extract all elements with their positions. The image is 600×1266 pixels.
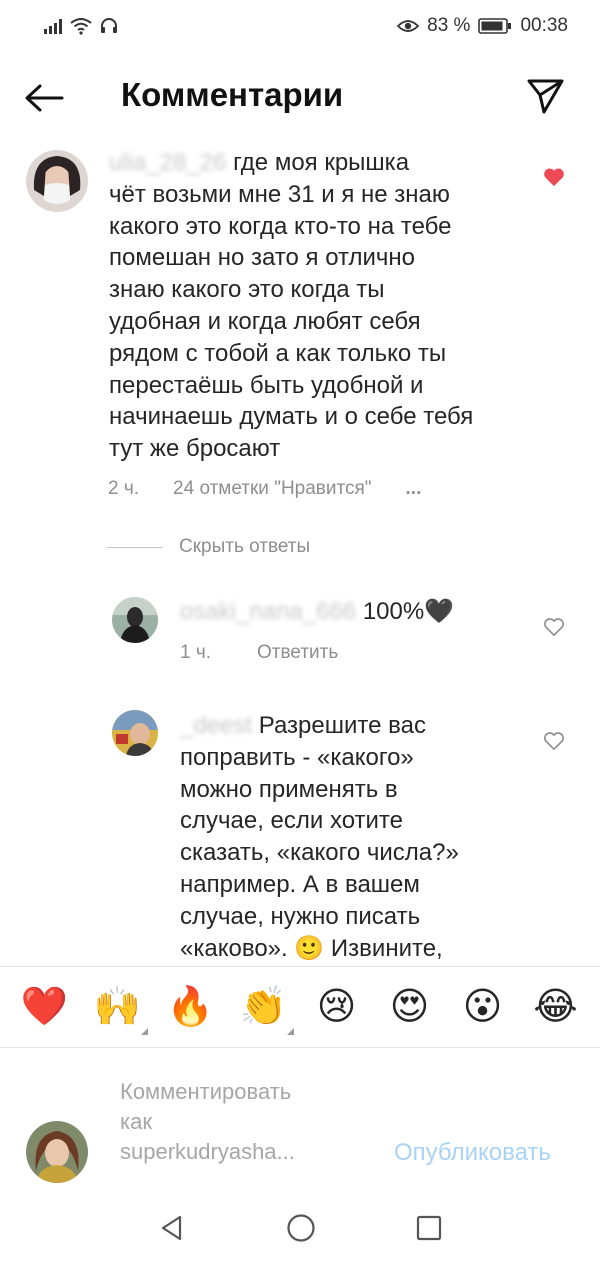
emoji-raising-hands[interactable]: 🙌: [90, 983, 148, 1035]
emoji-surprised-face[interactable]: 😮: [455, 983, 511, 1031]
avatar-photo: [112, 597, 158, 643]
emoji-heart-eyes[interactable]: 😍: [382, 983, 438, 1031]
comment-line: можно применять в: [180, 775, 398, 803]
back-triangle-icon[interactable]: [158, 1214, 186, 1242]
comment-input[interactable]: Комментировать как superkudryasha...: [120, 1077, 350, 1167]
comment-meta: 2 ч. 24 отметки "Нравится" ...: [108, 478, 421, 500]
comment-input-area: Комментировать как superkudryasha... Опу…: [0, 1049, 600, 1189]
comment-line: помешан но зато я отлично: [109, 244, 416, 272]
reply-text: osaki_nana_666 100%🖤: [180, 598, 455, 625]
reply-avatar[interactable]: [112, 597, 158, 643]
wifi-icon: [70, 18, 92, 35]
comment-line: рядом с тобой а как только ты: [109, 339, 447, 367]
share-button[interactable]: [525, 76, 569, 120]
emoji-quick-bar: ❤️ 🙌 🔥 👏 😢 😍 😮 😂: [0, 966, 600, 1048]
comment-line: перестаёшь быть удобной и: [109, 371, 424, 399]
comment-username[interactable]: ulia_28_26: [109, 149, 226, 176]
like-button[interactable]: [543, 731, 565, 751]
like-button[interactable]: [543, 617, 565, 637]
emoji-crying-face[interactable]: 😢: [309, 983, 365, 1031]
comment-line: случае, если хотите: [180, 807, 403, 835]
status-left: [44, 17, 118, 35]
more-options-button[interactable]: ...: [406, 478, 422, 500]
reply-button[interactable]: Ответить: [257, 642, 338, 664]
page-title: Комментарии: [121, 76, 344, 113]
comment-line: поправить - «какого»: [180, 743, 414, 771]
paper-plane-icon: [527, 79, 564, 114]
comment-line: знаю какого это когда ты: [109, 276, 385, 304]
comment-line: случае, нужно писать: [180, 902, 421, 930]
input-placeholder-line: как: [120, 1109, 152, 1134]
hide-replies-label: Скрыть ответы: [179, 536, 311, 557]
like-button[interactable]: [543, 167, 565, 187]
emoji-tears-of-joy[interactable]: 😂: [528, 983, 584, 1031]
comment-line: «каково». 🙂 Извините,: [180, 934, 443, 962]
reply-username[interactable]: osaki_nana_666: [180, 598, 356, 625]
arrow-left-icon: [25, 84, 64, 112]
emoji-fire[interactable]: 🔥: [163, 983, 219, 1031]
clock: 00:38: [520, 15, 568, 36]
comment-line: _deest Разрешите вас: [180, 712, 426, 739]
heart-outline-icon: [544, 618, 564, 636]
comment-line: сказать, «какого числа?»: [180, 839, 459, 867]
divider-line: [107, 546, 163, 548]
emoji-red-heart[interactable]: ❤️: [17, 983, 73, 1031]
battery-percent: 83 %: [427, 15, 471, 36]
comment-time: 2 ч.: [108, 478, 140, 499]
battery-icon: [478, 18, 512, 34]
reply-time: 1 ч.: [180, 642, 212, 663]
back-button[interactable]: [24, 80, 68, 116]
header: Комментарии: [0, 60, 600, 136]
home-circle-icon[interactable]: [286, 1213, 316, 1243]
eye-comfort-icon: [397, 20, 420, 32]
comment-line: чёт возьми мне 31 и я не знаю: [109, 180, 450, 208]
hide-replies-button[interactable]: Скрыть ответы: [107, 536, 310, 558]
emoji-clapping-hands[interactable]: 👏: [236, 983, 294, 1035]
input-placeholder-line: Комментировать: [120, 1079, 292, 1104]
reply-meta: 1 ч. Ответить: [180, 642, 338, 664]
reply-username[interactable]: _deest: [180, 712, 252, 739]
reply-avatar[interactable]: [112, 710, 158, 756]
android-nav-bar: [0, 1190, 600, 1266]
comment-line: какого это когда кто-то на тебе: [109, 212, 452, 240]
comment-line: начинаешь думать и о себе тебя: [109, 403, 474, 431]
status-bar: 83 % 00:38: [0, 0, 600, 52]
comment-line: например. А в вашем: [180, 870, 420, 898]
input-placeholder-line: superkudryasha...: [120, 1139, 295, 1164]
reply-text: _deest Разрешите вас поправить - «какого…: [180, 710, 520, 964]
recents-square-icon[interactable]: [416, 1215, 442, 1241]
status-right: 83 % 00:38: [397, 15, 568, 37]
signal-icon: [44, 18, 62, 34]
avatar-photo: [112, 710, 158, 756]
avatar-photo: [26, 1121, 88, 1183]
likes-count[interactable]: 24 отметки "Нравится": [173, 478, 372, 500]
comment-line: удобная и когда любят себя: [109, 307, 421, 335]
avatar-photo: [26, 150, 88, 212]
heart-outline-icon: [544, 732, 564, 750]
avatar[interactable]: [26, 150, 88, 212]
headset-icon: [101, 18, 117, 33]
comment-line: ulia_28_26 где моя крышка: [109, 149, 410, 176]
comment-line: тут же бросают: [109, 435, 281, 463]
publish-button[interactable]: Опубликовать: [394, 1139, 551, 1167]
heart-filled-icon: [544, 168, 564, 187]
current-user-avatar: [26, 1121, 88, 1183]
main-comment-text: ulia_28_26 где моя крышка чёт возьми мне…: [109, 147, 539, 465]
